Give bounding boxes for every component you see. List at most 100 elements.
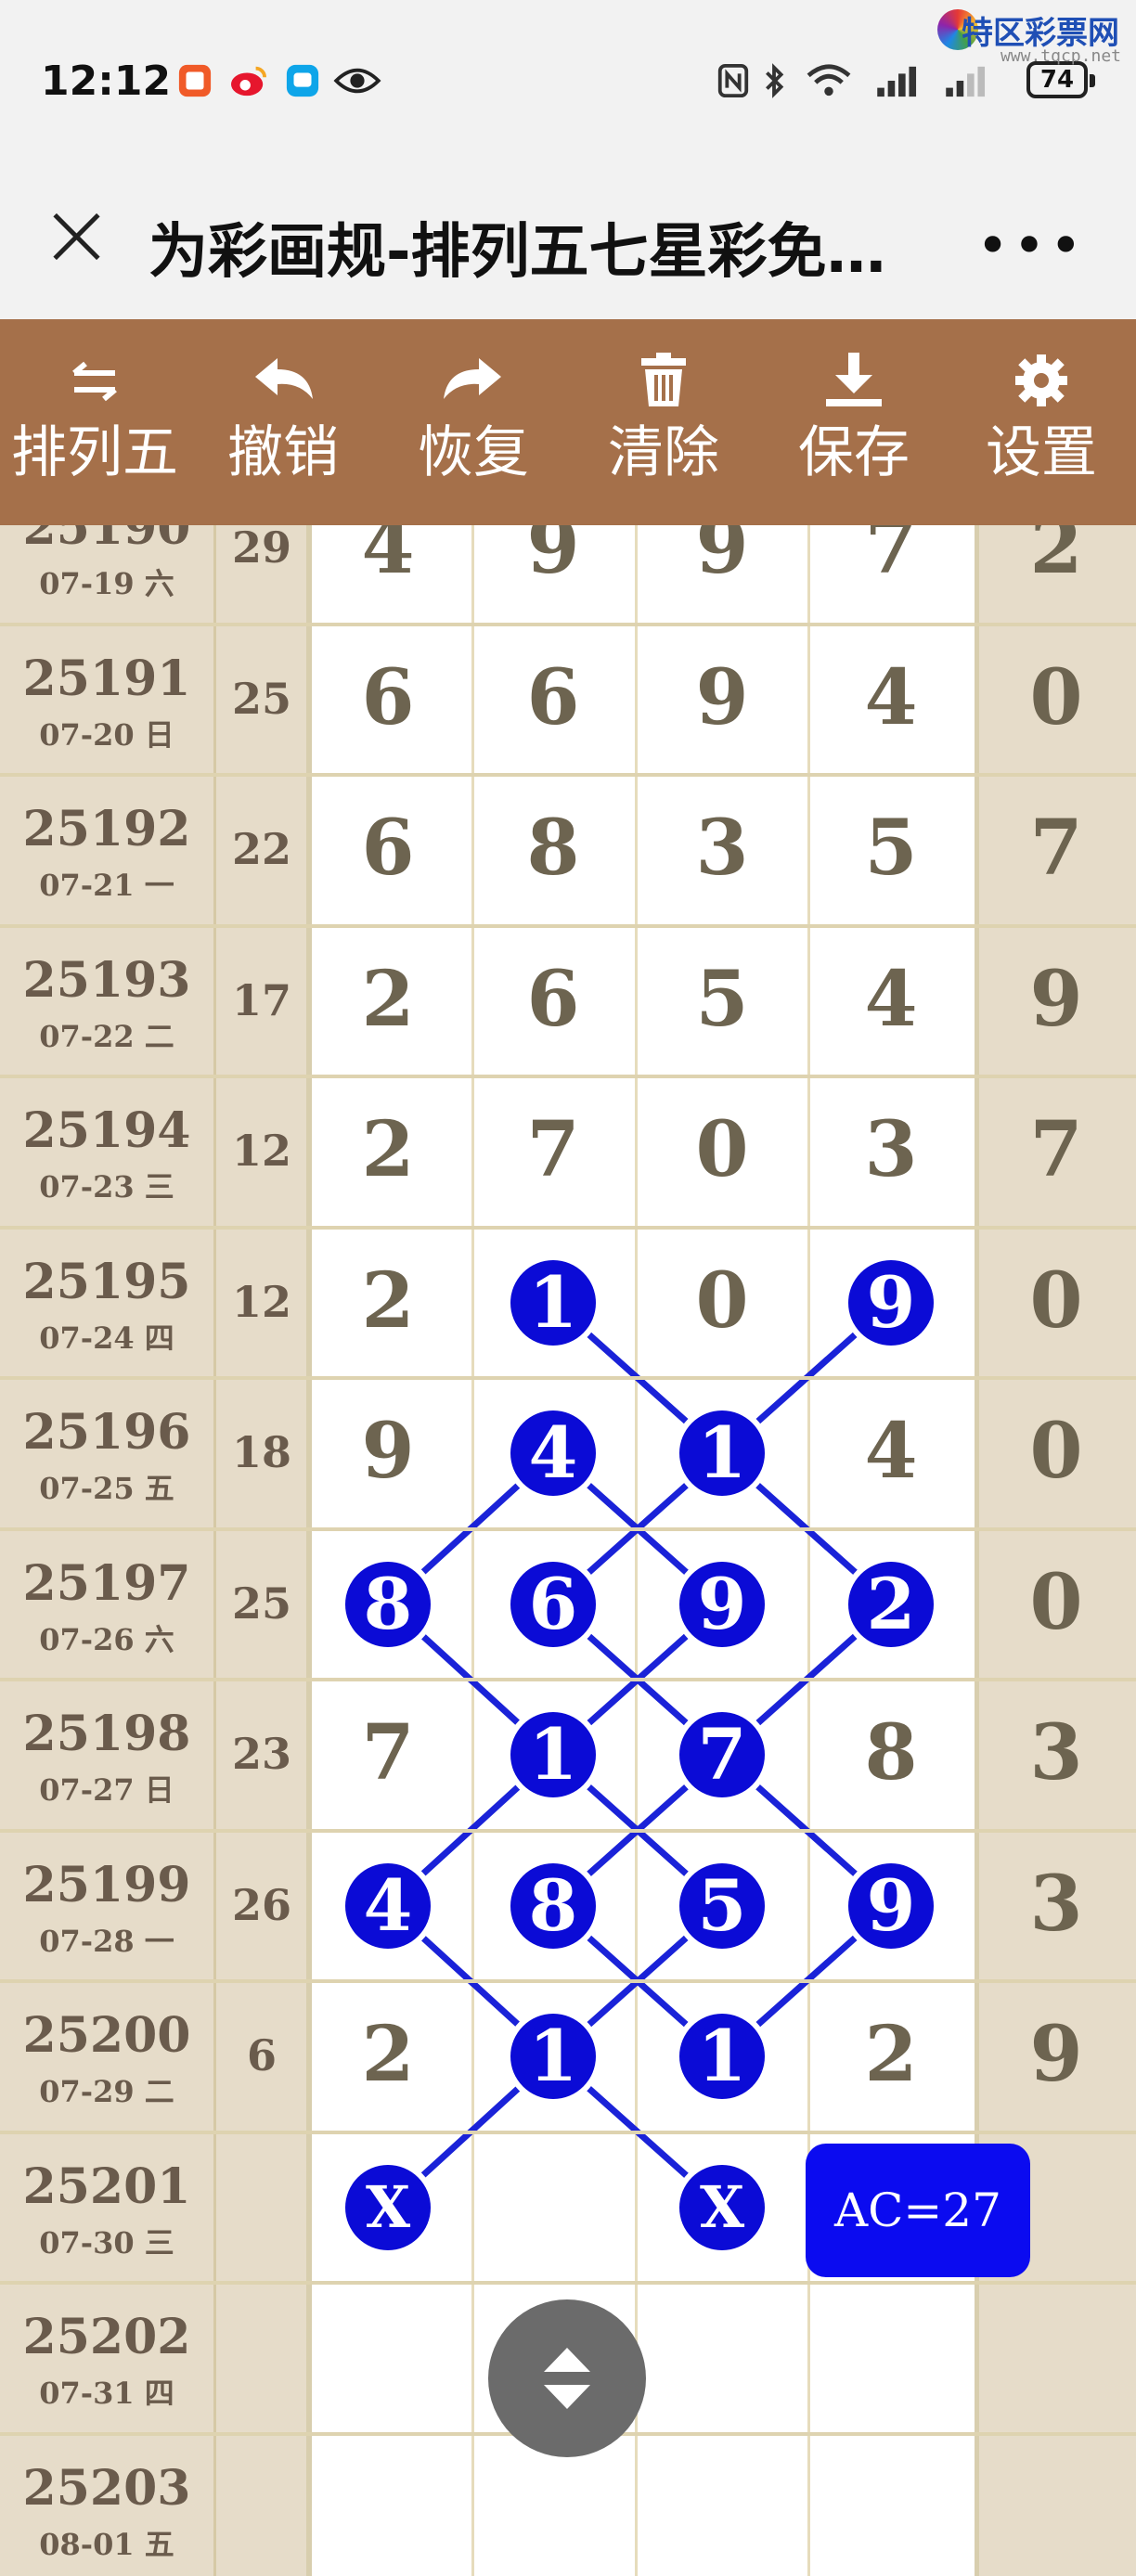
ball-digit: 7 [679, 1712, 765, 1798]
marked-ball[interactable]: 8 [340, 1555, 436, 1653]
digit-cell[interactable]: 0 [1010, 1405, 1103, 1498]
digit-cell[interactable]: 7 [342, 1707, 434, 1799]
digit-cell[interactable]: 6 [342, 651, 434, 744]
toolbar-label: 清除 [608, 420, 719, 485]
marked-ball[interactable]: 6 [505, 1555, 601, 1653]
marked-ball[interactable]: 2 [843, 1555, 939, 1653]
ball-digit: 1 [510, 1259, 596, 1346]
redo-button[interactable]: 恢复 [381, 319, 566, 525]
digit-cell[interactable]: 5 [845, 802, 937, 895]
digit-cell[interactable]: 2 [342, 1255, 434, 1347]
gear-icon [1015, 354, 1067, 406]
digit-cell[interactable]: 0 [1010, 1556, 1103, 1649]
digit-cell[interactable]: 6 [342, 802, 434, 895]
digit-cell[interactable]: 0 [1010, 651, 1103, 744]
marked-ball[interactable]: 5 [674, 1857, 770, 1954]
digit-cell[interactable]: 7 [1010, 1103, 1103, 1196]
digit-cell[interactable]: 3 [845, 1103, 937, 1196]
digit-cell[interactable]: 0 [676, 1255, 768, 1347]
toolbar-switch-game-button[interactable]: 排列五 [2, 319, 187, 525]
ac-value-badge[interactable]: AC=27 [806, 2144, 1030, 2277]
row-divider [0, 923, 1136, 928]
digit-cell[interactable]: 7 [1010, 802, 1103, 895]
settings-button[interactable]: 设置 [949, 319, 1134, 525]
digit-cell[interactable]: 3 [1010, 1707, 1103, 1799]
digit-cell[interactable]: 9 [676, 651, 768, 744]
wifi-icon [807, 64, 851, 97]
digit-cell[interactable]: 0 [1010, 1255, 1103, 1347]
digit-cell[interactable]: 2 [342, 2008, 434, 2101]
marked-ball[interactable]: 1 [505, 1707, 601, 1804]
ball-digit: 4 [345, 1862, 431, 1949]
marked-ball[interactable]: 9 [843, 1857, 939, 1954]
close-icon[interactable] [45, 204, 110, 269]
toolbar-label: 设置 [986, 420, 1097, 485]
digit-cell[interactable]: 2 [1010, 525, 1103, 593]
ball-digit: 5 [679, 1862, 765, 1949]
marked-ball[interactable]: 1 [674, 2008, 770, 2106]
digit-cell[interactable]: 9 [676, 525, 768, 593]
digit-cell[interactable]: 9 [342, 1405, 434, 1498]
digit-cell[interactable]: 6 [507, 953, 600, 1046]
marked-ball[interactable]: 1 [505, 1254, 601, 1351]
digit-cell[interactable]: 2 [342, 1103, 434, 1196]
digit-cell[interactable]: 0 [676, 1103, 768, 1196]
ball-digit: X [345, 2164, 431, 2250]
issue-date: 07-26 六 [39, 1621, 174, 1657]
undo-button[interactable]: 撤销 [190, 319, 376, 525]
marked-ball[interactable]: 9 [674, 1555, 770, 1653]
marked-ball[interactable]: X [340, 2158, 436, 2256]
digit-cell[interactable]: 4 [845, 1405, 937, 1498]
digit-cell[interactable]: 8 [507, 802, 600, 895]
issue-number: 25203 [22, 2459, 191, 2517]
issue-date: 07-30 三 [39, 2224, 174, 2260]
digit-cell[interactable]: 9 [1010, 2008, 1103, 2101]
ball-digit: 2 [848, 1561, 934, 1647]
issue-date: 07-24 四 [39, 1320, 174, 1356]
more-options-icon[interactable]: ••• [976, 213, 1086, 278]
digit-sum: 17 [231, 974, 291, 1025]
digit-cell[interactable]: 7 [507, 1103, 600, 1196]
digit-cell[interactable]: 5 [676, 953, 768, 1046]
ball-digit: 6 [510, 1561, 596, 1647]
digit-sum: 25 [231, 673, 291, 724]
issue-number: 25196 [22, 1404, 191, 1461]
digit-cell[interactable]: 9 [1010, 953, 1103, 1046]
issue-number: 25198 [22, 1706, 191, 1762]
clear-button[interactable]: 清除 [571, 319, 756, 525]
marked-ball[interactable]: 8 [505, 1857, 601, 1954]
digit-cell[interactable]: 3 [676, 802, 768, 895]
row-divider [0, 1828, 1136, 1833]
marked-ball[interactable]: 9 [843, 1254, 939, 1351]
digit-cell[interactable]: 7 [845, 525, 937, 593]
digit-cell[interactable]: 8 [845, 1707, 937, 1799]
marked-ball[interactable]: 4 [340, 1857, 436, 1954]
scroll-toggle-button[interactable] [488, 2299, 646, 2457]
marked-ball[interactable]: 7 [674, 1707, 770, 1804]
digit-cell[interactable]: 4 [845, 953, 937, 1046]
trend-grid[interactable]: 25190 07-19 六 29 4 9 9 7 2 25191 07-20 日 25 6 6 9 4 0 25… [0, 525, 1136, 2576]
issue-number: 25194 [22, 1102, 191, 1159]
eye-icon [333, 68, 381, 94]
marked-ball[interactable]: 1 [505, 2008, 601, 2106]
ball-digit: 8 [510, 1862, 596, 1949]
digit-cell[interactable]: 3 [1010, 1858, 1103, 1951]
digit-sum: 22 [231, 824, 291, 875]
digit-cell[interactable]: 4 [845, 651, 937, 744]
digit-cell[interactable]: 6 [507, 651, 600, 744]
undo-icon [255, 358, 313, 399]
marked-ball[interactable]: X [674, 2158, 770, 2256]
issue-number: 25190 [22, 525, 191, 556]
marked-ball[interactable]: 1 [674, 1405, 770, 1502]
digit-cell[interactable]: 2 [845, 2008, 937, 2101]
save-button[interactable]: 保存 [761, 319, 947, 525]
digit-cell[interactable]: 9 [507, 525, 600, 593]
marked-ball[interactable]: 4 [505, 1405, 601, 1502]
row-divider [0, 1678, 1136, 1681]
digit-cell[interactable]: 4 [342, 525, 434, 593]
issue-date: 07-29 二 [39, 2074, 174, 2109]
row-divider [0, 773, 1136, 777]
digit-sum: 25 [231, 1578, 291, 1629]
digit-cell[interactable]: 2 [342, 953, 434, 1046]
ball-digit: 9 [679, 1561, 765, 1647]
